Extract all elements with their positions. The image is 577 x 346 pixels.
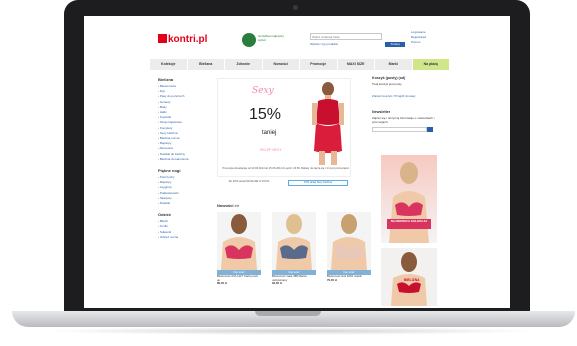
model-image (312, 82, 344, 165)
product-photo (327, 212, 371, 270)
cart-link[interactable]: Zobacz koszyk / Przejdź do kasy (372, 94, 450, 98)
promo-banner[interactable]: Sexy 15% taniej SKLEP SEXY Promocja obow… (217, 78, 351, 177)
banner-terms: Promocja obowiązuje od 10.06.2014 do 15.… (222, 167, 350, 170)
product-card[interactable]: Kup teraz Biustonosz Gaia 388 Mariss uszt… (272, 212, 316, 286)
product-price: 89,00 zł (217, 281, 227, 286)
sidebar-item[interactable]: › Bielizna do karmienia (158, 157, 210, 162)
sidebar-item-label: Tuniki (159, 224, 168, 229)
sidebar-item-label: Komplety (159, 125, 173, 130)
ad2-model-image (391, 252, 427, 306)
product-image[interactable] (217, 212, 261, 270)
nav-item-beach[interactable]: Na plażę (412, 59, 450, 70)
ad2-caption: BIELIZNA (404, 278, 420, 282)
cart-title[interactable]: Koszyk (pusty) (od) (372, 76, 450, 80)
new-products-list: Kup teraz Biustonosz AVA 1127 Carla push-… (217, 212, 371, 286)
logo-square-icon (158, 34, 167, 43)
main-nav: Kolekcje Bielizna Zdrowie Nowości Promoc… (150, 59, 450, 70)
product-price: 92,00 zł (272, 281, 282, 286)
sidebar-item-label: Sukienki (159, 229, 172, 234)
laptop-mockup: kontri.pl Certyfikat najlepszy wybór Wpi… (0, 0, 577, 346)
banner-tab-1[interactable]: Do 40% taniej KRASLINE & VIOVA (219, 180, 279, 184)
camera-dot (293, 5, 298, 10)
nav-item[interactable]: Nowości (263, 59, 300, 70)
nav-item[interactable]: Kolekcje (150, 59, 188, 70)
newsletter-submit-button[interactable] (427, 127, 433, 132)
certificate-badge-icon (242, 33, 256, 47)
banner-discount: 15% (249, 106, 282, 123)
nav-item[interactable]: Marki (375, 59, 413, 70)
sidebar-item-label: Biustonosze (159, 84, 177, 88)
sidebar-item-label: Bielizna do karmienia (159, 156, 189, 161)
product-image[interactable] (327, 212, 371, 270)
sidebar-item-label: Podkolanówki (159, 190, 179, 195)
sidebar-item[interactable]: › Odzież nocna (158, 235, 210, 240)
sidebar-section-title: Bielizna (158, 77, 174, 82)
sidebar-item-label: Bluzki (159, 219, 168, 224)
cart-text: Twój koszyk jest pusty (372, 82, 402, 86)
banner-tab-2[interactable]: 15% taniej Sexy bielizna (288, 180, 348, 186)
new-products-title[interactable]: Nowości >> (217, 203, 239, 208)
laptop-shadow (40, 327, 540, 335)
sidebar-item-label: Figi (159, 89, 165, 94)
sidebar-section-title: Odzież (158, 212, 171, 218)
right-column: Koszyk (pusty) (od) Twój koszyk jest pus… (372, 76, 450, 132)
nav-item[interactable]: Promocje (300, 59, 338, 70)
certificate-badge-text: Certyfikat najlepszy wybór (258, 34, 285, 42)
sidebar-item-label: Stroje kąpielowe (159, 120, 182, 125)
sidebar-section-title: Piękne nogi (158, 168, 181, 174)
sidebar-item-label: Dodatki do bielizny (159, 151, 186, 156)
sidebar-item-label: Rajstopy (159, 180, 172, 185)
ad-model-image (387, 162, 431, 243)
sidebar-item-label: Pończochy (159, 175, 175, 180)
product-photo (272, 212, 316, 270)
newsletter-text: Zapisz się i otrzymuj informacje o nowoś… (372, 116, 435, 124)
sidebar-item-label: Sexy bielizna (159, 130, 178, 135)
product-image[interactable] (272, 212, 316, 270)
product-card[interactable]: Kup teraz Biustonosz AVA 1127 Carla push-… (217, 212, 261, 286)
ad1-caption: NAJNOWSZA KOLEKCJA (390, 219, 428, 223)
product-price: 79,00 zł (327, 277, 337, 282)
search-scope-select[interactable]: Wybierz typ produktu (310, 42, 360, 47)
search-input[interactable]: Wpisz szukaną frazę (310, 33, 382, 40)
sidebar-section: Odzież › Bluzki › Tuniki › Sukienki › Odzież… (158, 212, 210, 240)
sidebar-item-label: Dodatki (159, 201, 171, 206)
newsletter-title: Newsletter (372, 110, 391, 114)
newsletter-email-input[interactable] (372, 127, 427, 132)
sidebar-item-label: Body (159, 104, 167, 109)
sidebar-item-label: Odzież nocna (159, 234, 179, 239)
nav-item[interactable]: Bielizna (188, 59, 225, 70)
sidebar-section: Bielizna › Biustonosze › Figi › Pasy do poń… (158, 77, 210, 162)
side-ad-collection[interactable] (381, 155, 437, 243)
sidebar-item-label: Koszulki (159, 115, 172, 120)
side-ad-lingerie[interactable] (381, 248, 437, 306)
sidebar-item-label: Halki (159, 110, 167, 115)
product-card[interactable]: Kup teraz Biustonosz Ava 1064 miękki 79,00… (327, 212, 371, 286)
sidebar-item-label: Bielizna nocna (159, 136, 180, 141)
site-logo[interactable]: kontri.pl (158, 34, 207, 45)
browser-viewport: kontri.pl Certyfikat najlepszy wybór Wpi… (84, 16, 510, 308)
sidebar-item-label: Gorsety (159, 99, 171, 104)
account-links: Logowanie Rejestracja Pomoc (411, 30, 426, 45)
banner-cta[interactable]: SKLEP SEXY (260, 148, 282, 152)
category-sidebar: Bielizna › Biustonosze › Figi › Pasy do poń… (158, 77, 210, 246)
sidebar-item-label: Legginsy (159, 185, 172, 190)
sidebar-item-label: Rajstopy (159, 141, 172, 146)
nav-item[interactable]: Zdrowie (225, 59, 263, 70)
search-button[interactable]: Szukaj (385, 42, 405, 47)
sidebar-item-label: Pasy do pończoch (159, 94, 185, 99)
sidebar-item-label: Akcesoria (159, 146, 173, 151)
help-link[interactable]: Pomoc (411, 40, 426, 45)
site-header: kontri.pl Certyfikat najlepszy wybór Wpi… (84, 16, 510, 56)
sidebar-section: Piękne nogi › Pończochy › Rajstopy › Leggin… (158, 168, 210, 206)
product-photo (217, 212, 261, 270)
sidebar-item-label: Skarpety (159, 195, 172, 200)
laptop-notch (255, 311, 321, 316)
banner-script: Sexy (252, 86, 274, 96)
banner-discount-label: taniej (262, 130, 277, 136)
sidebar-item[interactable]: › Dodatki (158, 201, 210, 206)
nav-item[interactable]: MAXI SIZE (338, 59, 375, 70)
